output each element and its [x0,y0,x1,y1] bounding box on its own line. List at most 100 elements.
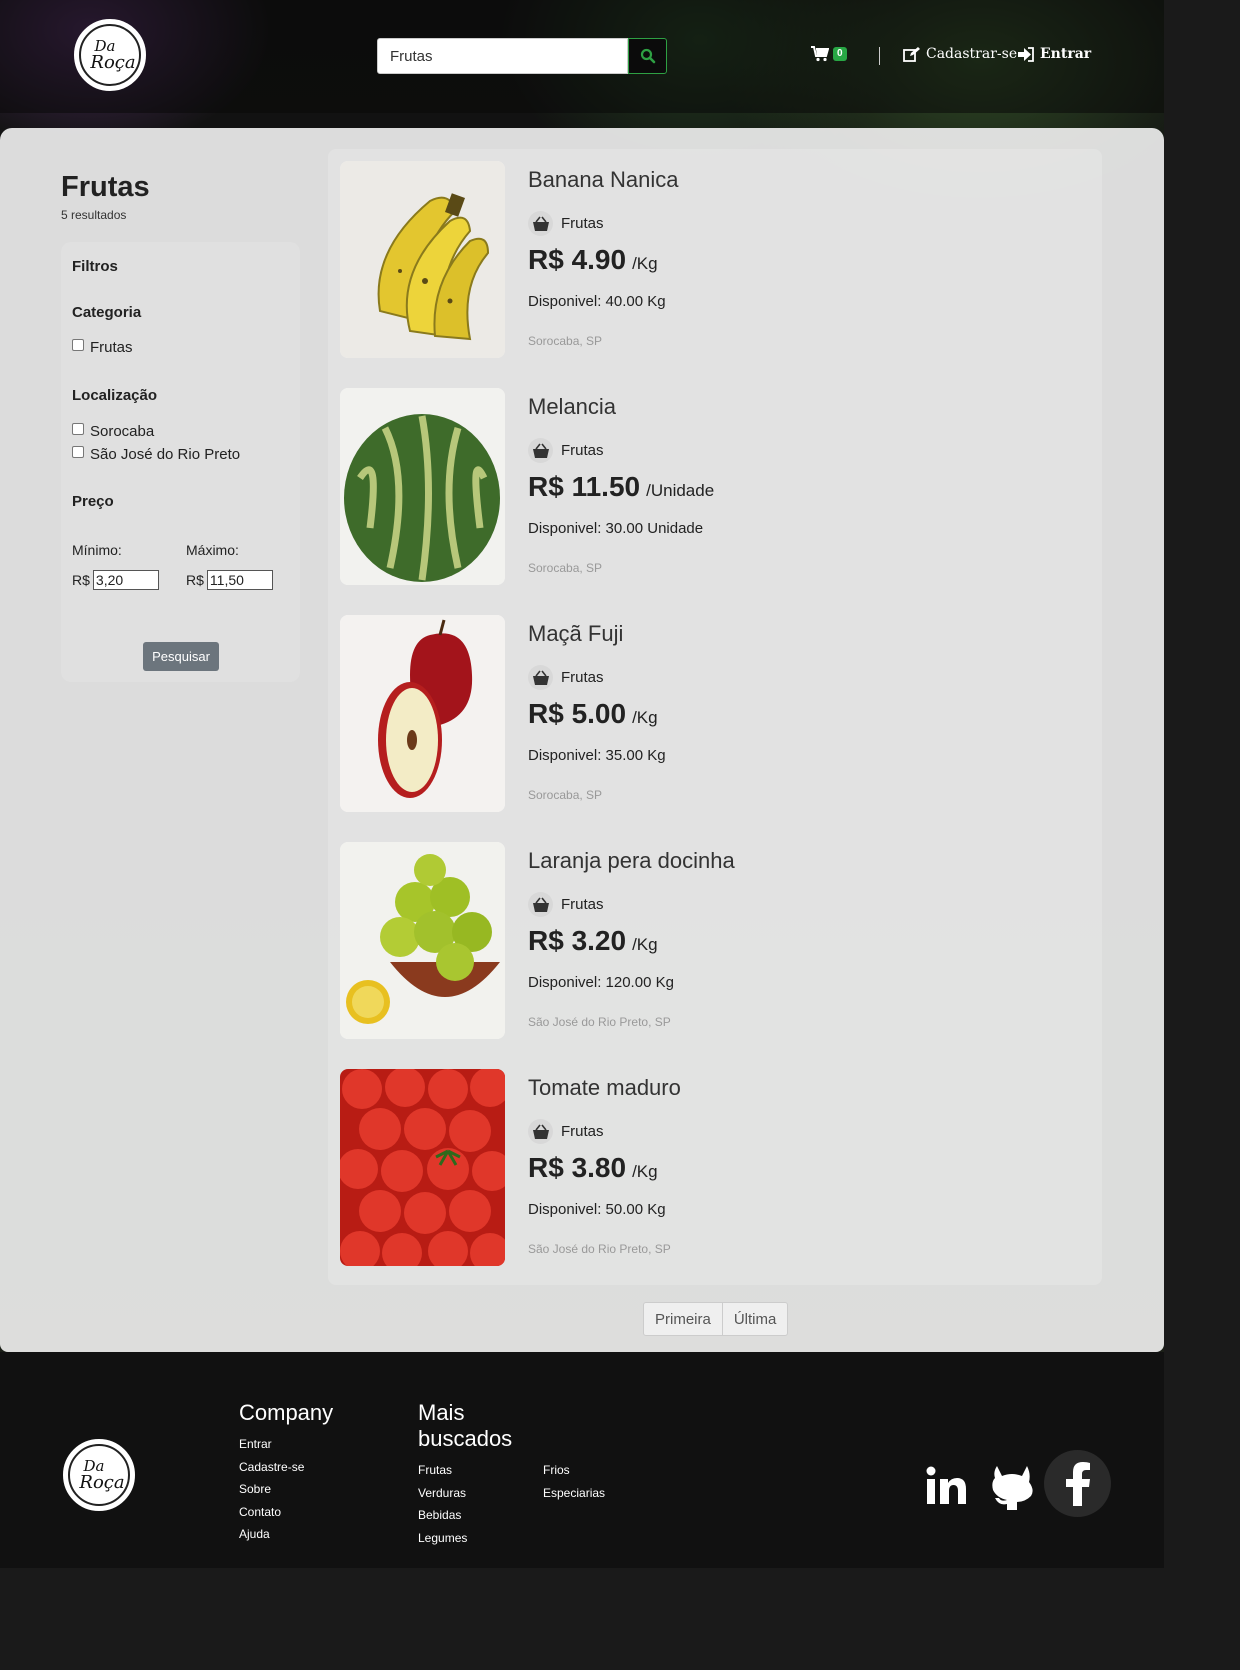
footer-link-especiarias[interactable]: Especiarias [543,1485,605,1502]
location-option-sorocaba[interactable]: Sorocaba [72,422,155,440]
login-link[interactable]: Entrar [1018,46,1091,62]
product-stock: Disponivel: 50.00 Kg [528,1201,666,1218]
product-category: Frutas [528,438,604,463]
cart-icon [811,46,829,62]
product-name[interactable]: Maçã Fuji [528,621,623,647]
product-category: Frutas [528,665,604,690]
basket-icon [528,438,553,463]
location-option-label: Sorocaba [90,423,155,440]
max-price-input[interactable] [206,570,273,590]
product-category-label: Frutas [561,896,604,913]
footer-popular-title: Mais buscados [418,1400,512,1452]
min-price-input[interactable] [92,570,159,590]
filter-search-button[interactable]: Pesquisar [143,642,219,671]
price-value: R$ 3.20 [528,925,627,956]
signup-label: Cadastrar-se [926,46,1018,62]
product-name[interactable]: Laranja pera docinha [528,848,735,874]
product-price: R$ 5.00 /Kg [528,698,658,730]
facebook-icon[interactable] [1044,1450,1111,1517]
price-unit: /Kg [632,935,658,954]
nav-divider [879,47,880,65]
pagination-first[interactable]: Primeira [644,1303,722,1335]
product-location: São José do Rio Preto, SP [528,1015,671,1029]
linkedin-icon[interactable] [922,1456,970,1516]
pagination: Primeira Última [643,1302,789,1336]
product-list: Banana Nanica Frutas R$ 4.90 /Kg Disponi… [328,149,1102,1285]
product-card[interactable]: Laranja pera docinha Frutas R$ 3.20 /Kg … [328,830,1102,1057]
logo-text-roca: Roça [90,51,136,73]
cart-button[interactable]: 0 [811,46,847,62]
site-logo[interactable]: Da Roça [74,19,146,91]
footer-link-frios[interactable]: Frios [543,1462,605,1479]
product-name[interactable]: Melancia [528,394,616,420]
product-name[interactable]: Tomate maduro [528,1075,681,1101]
product-card[interactable]: Tomate maduro Frutas R$ 3.80 /Kg Disponi… [328,1057,1102,1284]
product-stock: Disponivel: 35.00 Kg [528,747,666,764]
product-stock: Disponivel: 30.00 Unidade [528,520,704,537]
product-price: R$ 11.50 /Unidade [528,471,714,503]
product-image-orange[interactable] [340,842,505,1039]
currency-label: R$ [186,572,204,588]
signup-link[interactable]: Cadastrar-se [903,46,1017,62]
product-image-watermelon[interactable] [340,388,505,585]
product-name[interactable]: Banana Nanica [528,167,678,193]
product-card[interactable]: Banana Nanica Frutas R$ 4.90 /Kg Disponi… [328,149,1102,376]
edit-icon [903,46,920,62]
footer-link-bebidas[interactable]: Bebidas [418,1507,467,1524]
location-option-sao-jose[interactable]: São José do Rio Preto [72,445,241,463]
product-location: Sorocaba, SP [528,561,603,575]
footer: Da Roça Company Entrar Cadastre-se Sobre… [0,1352,1164,1568]
category-option-frutas[interactable]: Frutas [72,338,133,356]
footer-link-legumes[interactable]: Legumes [418,1530,467,1547]
search-input[interactable] [377,38,628,74]
product-location: Sorocaba, SP [528,334,603,348]
footer-company-links: Entrar Cadastre-se Sobre Contato Ajuda [239,1436,304,1543]
product-category: Frutas [528,211,604,236]
footer-link-ajuda[interactable]: Ajuda [239,1526,304,1543]
results-title: Frutas [61,171,150,203]
footer-popular-col2: Frios Especiarias [543,1462,605,1501]
basket-icon [528,892,553,917]
footer-logo[interactable]: Da Roça [63,1439,135,1511]
location-option-label: São José do Rio Preto [90,446,241,463]
results-count: 5 resultados [61,208,127,222]
product-card[interactable]: Melancia Frutas R$ 11.50 /Unidade Dispon… [328,376,1102,603]
footer-link-sobre[interactable]: Sobre [239,1481,304,1498]
footer-link-cadastre-se[interactable]: Cadastre-se [239,1459,304,1476]
github-icon[interactable] [984,1452,1040,1518]
search-form [377,38,667,74]
footer-link-contato[interactable]: Contato [239,1504,304,1521]
max-price-label: Máximo: [186,542,239,558]
product-card[interactable]: Maçã Fuji Frutas R$ 5.00 /Kg Disponivel:… [328,603,1102,830]
login-label: Entrar [1040,46,1092,62]
category-option-label: Frutas [90,339,133,356]
category-title: Categoria [72,304,142,321]
footer-popular-col1: Frutas Verduras Bebidas Legumes [418,1462,467,1546]
product-category-label: Frutas [561,442,604,459]
product-image-banana[interactable] [340,161,505,358]
price-unit: /Kg [632,254,658,273]
checkbox[interactable] [72,445,84,458]
product-category: Frutas [528,1119,604,1144]
checkbox[interactable] [72,338,84,351]
footer-link-frutas[interactable]: Frutas [418,1462,467,1479]
search-button[interactable] [628,38,667,74]
footer-link-verduras[interactable]: Verduras [418,1485,467,1502]
product-stock: Disponivel: 40.00 Kg [528,293,666,310]
product-image-apple[interactable] [340,615,505,812]
cart-count-badge: 0 [833,47,847,61]
min-price-label: Mínimo: [72,542,122,558]
product-image-tomato[interactable] [340,1069,505,1266]
price-value: R$ 3.80 [528,1152,627,1183]
checkbox[interactable] [72,422,84,435]
product-price: R$ 3.80 /Kg [528,1152,658,1184]
filters-title: Filtros [72,258,118,275]
price-value: R$ 11.50 [528,471,641,502]
product-category-label: Frutas [561,1123,604,1140]
basket-icon [528,665,553,690]
pagination-last[interactable]: Última [721,1303,788,1335]
footer-link-entrar[interactable]: Entrar [239,1436,304,1453]
price-unit: /Unidade [646,481,715,500]
product-location: São José do Rio Preto, SP [528,1242,671,1256]
price-value: R$ 5.00 [528,698,627,729]
